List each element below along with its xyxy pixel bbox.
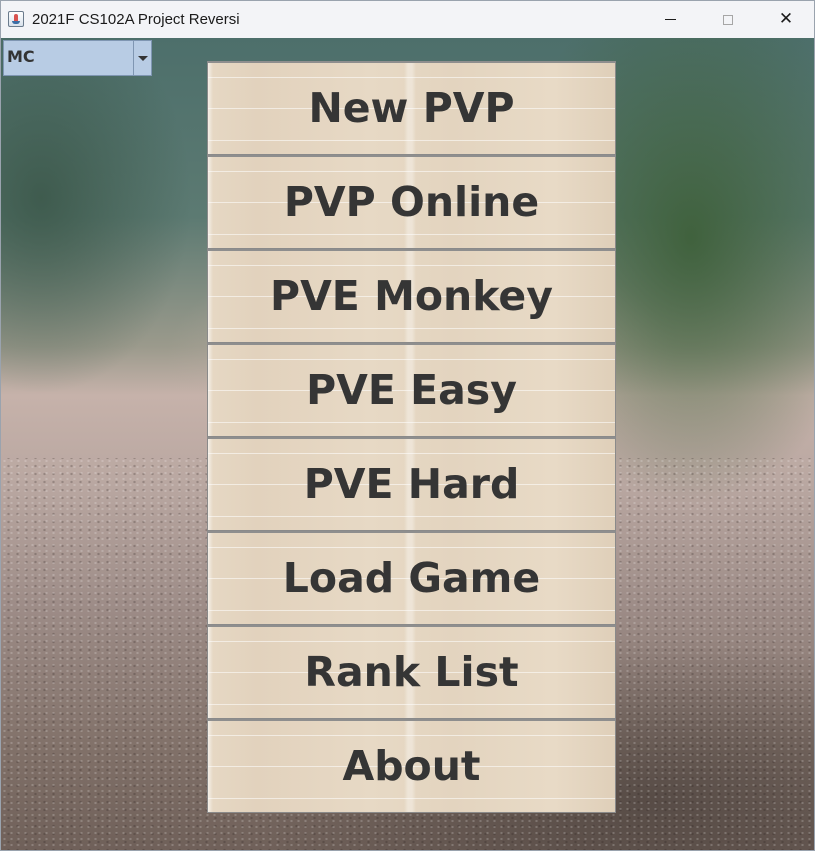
mode-selector[interactable]: MC: [3, 40, 152, 76]
rank-list-label: Rank List: [304, 648, 519, 696]
about-label: About: [342, 742, 481, 790]
pve-easy-label: PVE Easy: [306, 366, 517, 414]
maximize-icon: [723, 14, 733, 25]
app-window: 2021F CS102A Project Reversi ✕ MC New PV…: [0, 0, 815, 851]
new-pvp-label: New PVP: [308, 84, 515, 132]
window-title: 2021F CS102A Project Reversi: [32, 11, 240, 28]
pvp-online-button[interactable]: PVP Online: [207, 155, 616, 249]
close-button[interactable]: ✕: [757, 1, 814, 38]
rank-list-button[interactable]: Rank List: [207, 625, 616, 719]
main-menu: New PVP PVP Online PVE Monkey PVE Easy P…: [207, 61, 616, 813]
load-game-label: Load Game: [282, 554, 541, 602]
minimize-button[interactable]: [641, 1, 699, 38]
close-icon: ✕: [778, 9, 794, 29]
pve-monkey-button[interactable]: PVE Monkey: [207, 249, 616, 343]
new-pvp-button[interactable]: New PVP: [207, 61, 616, 155]
minimize-icon: [664, 19, 676, 20]
pve-monkey-label: PVE Monkey: [270, 272, 553, 320]
chevron-down-icon[interactable]: [133, 41, 151, 75]
pve-hard-button[interactable]: PVE Hard: [207, 437, 616, 531]
java-app-icon: [8, 11, 24, 27]
about-button[interactable]: About: [207, 719, 616, 813]
pve-hard-label: PVE Hard: [303, 460, 520, 508]
title-bar[interactable]: 2021F CS102A Project Reversi ✕: [1, 1, 814, 39]
main-content: MC New PVP PVP Online PVE Monkey PVE Eas…: [1, 38, 814, 850]
pve-easy-button[interactable]: PVE Easy: [207, 343, 616, 437]
load-game-button[interactable]: Load Game: [207, 531, 616, 625]
mode-selector-value: MC: [7, 47, 35, 66]
pvp-online-label: PVP Online: [283, 178, 540, 226]
maximize-button[interactable]: [699, 1, 757, 38]
